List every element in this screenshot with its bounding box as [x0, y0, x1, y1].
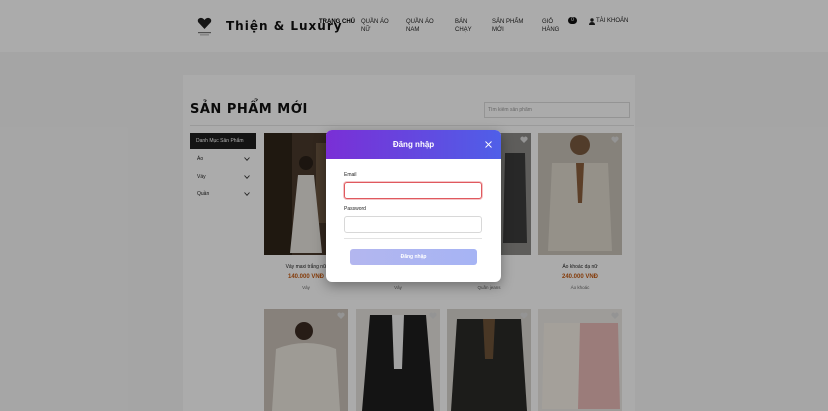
password-field[interactable] — [344, 216, 482, 233]
email-field[interactable] — [344, 182, 482, 199]
email-label: Email — [344, 172, 357, 178]
form-divider — [344, 238, 482, 239]
password-label: Password — [344, 206, 366, 212]
close-icon[interactable] — [485, 141, 492, 148]
modal-title: Đăng nhập — [392, 140, 435, 149]
login-modal: Đăng nhập Email Password Đăng nhập — [326, 130, 501, 282]
login-submit-button[interactable]: Đăng nhập — [350, 249, 477, 265]
modal-header: Đăng nhập — [326, 130, 501, 159]
